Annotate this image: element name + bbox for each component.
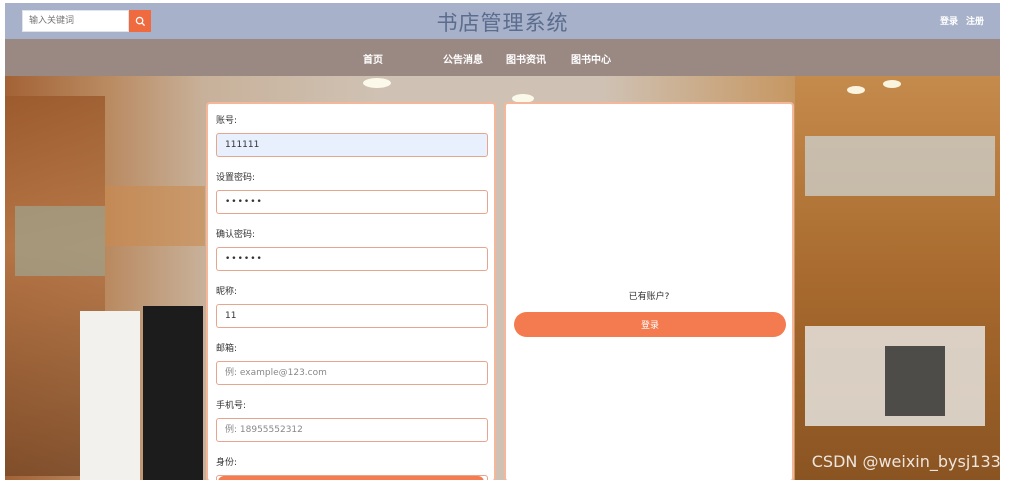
search-button[interactable] [129, 10, 151, 32]
nav-item-book-news[interactable]: 图书资讯 [506, 51, 546, 66]
nav-item-book-center[interactable]: 图书中心 [571, 51, 611, 66]
phone-input[interactable] [216, 418, 488, 442]
register-link[interactable]: 注册 [966, 14, 984, 27]
account-label: 账号: [216, 116, 238, 126]
register-form: 账号: 设置密码: 确认密码: 昵称: 邮箱: 手机号: 身份: ⬍ [206, 102, 496, 480]
password-input[interactable] [216, 190, 488, 214]
background-image [5, 76, 1000, 480]
confirm-password-input[interactable] [216, 247, 488, 271]
phone-label: 手机号: [216, 401, 247, 411]
book-home [143, 306, 203, 480]
identity-label: 身份: [216, 458, 238, 468]
email-input[interactable] [216, 361, 488, 385]
book-american-style [80, 311, 140, 480]
search-icon [135, 16, 145, 26]
register-button[interactable] [218, 476, 484, 480]
watermark: CSDN @weixin_bysj1330 [811, 452, 1011, 471]
search-input[interactable] [22, 10, 129, 32]
confirm-password-label: 确认密码: [216, 230, 256, 240]
nav-item-home[interactable]: 首页 [363, 51, 383, 66]
auth-links: 登录 注册 [940, 14, 984, 27]
login-panel: 已有账户? 登录 [504, 102, 794, 480]
password-label: 设置密码: [216, 173, 256, 183]
nickname-input[interactable] [216, 304, 488, 328]
email-label: 邮箱: [216, 344, 238, 354]
nav-item-announcements[interactable]: 公告消息 [443, 51, 483, 66]
search-box [22, 10, 152, 32]
top-bar: 书店管理系统 登录 注册 [5, 3, 1000, 39]
login-link[interactable]: 登录 [940, 14, 958, 27]
has-account-text: 已有账户? [628, 292, 670, 302]
nickname-label: 昵称: [216, 287, 238, 297]
login-button[interactable]: 登录 [514, 312, 786, 337]
nav-bar: 首页 公告消息 图书资讯 图书中心 [5, 39, 1000, 76]
account-input[interactable] [216, 133, 488, 157]
site-title: 书店管理系统 [436, 11, 569, 35]
